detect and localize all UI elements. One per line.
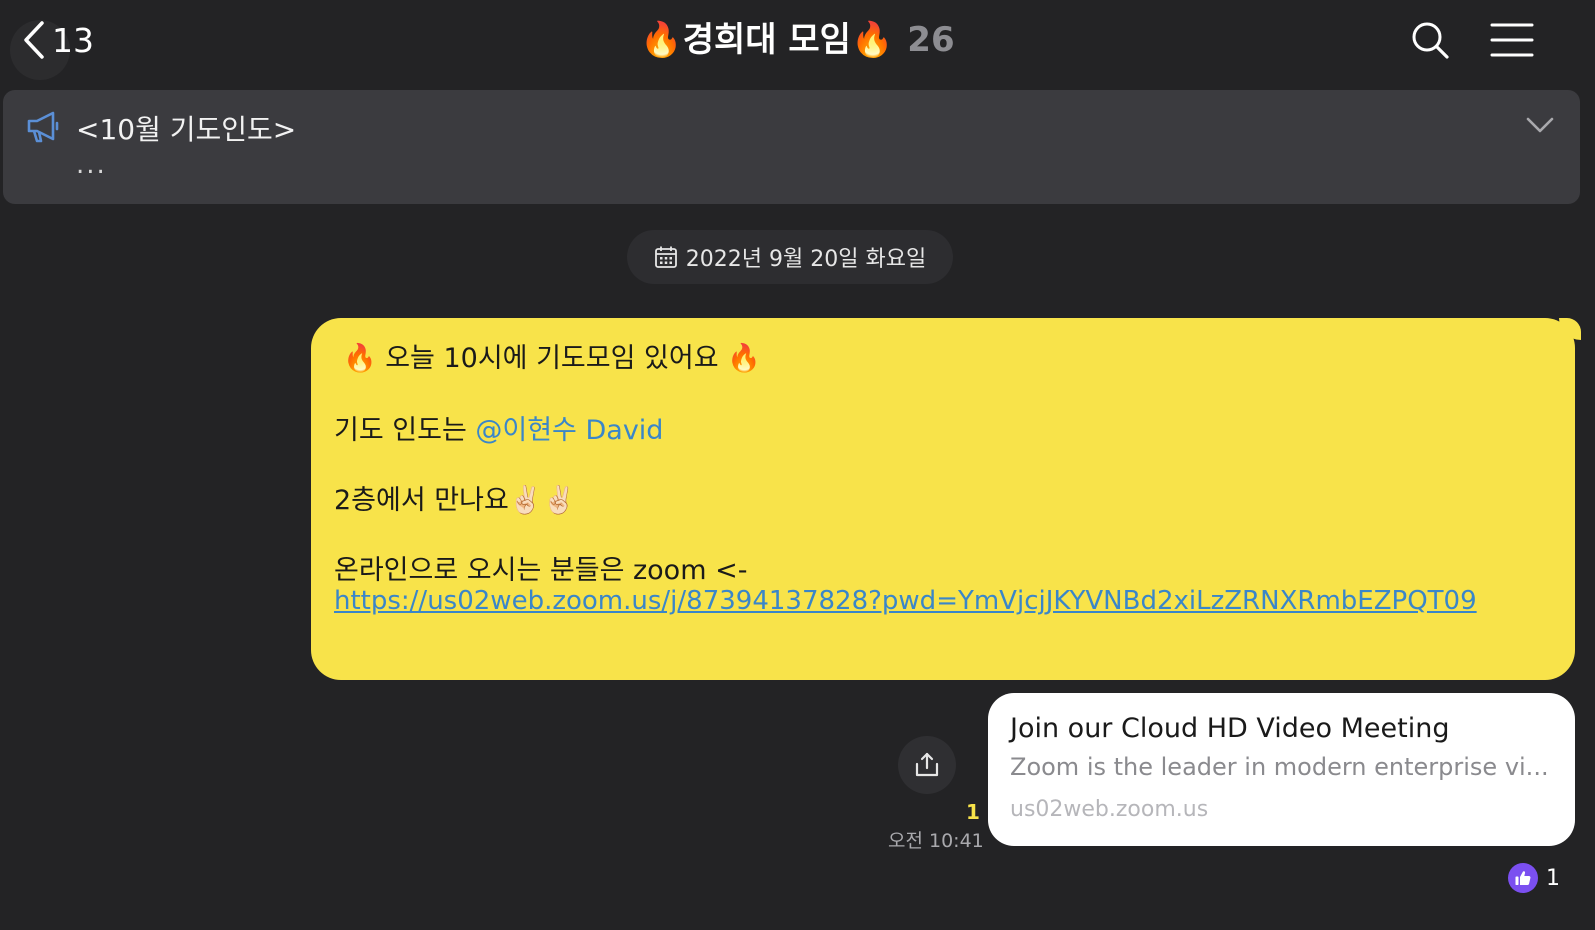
fire-emoji: 🔥 xyxy=(850,20,894,60)
date-text: 2022년 9월 20일 화요일 xyxy=(685,247,927,272)
user-mention[interactable]: @이현수 David xyxy=(475,415,663,446)
chat-room-name: 경희대 모임 xyxy=(682,20,851,60)
share-icon xyxy=(915,752,939,777)
message-line-4: 온라인으로 오시는 분들은 zoom <- xyxy=(334,555,748,586)
zoom-link[interactable]: https://us02web.zoom.us/j/87394137828?pw… xyxy=(334,586,1477,616)
member-count: 26 xyxy=(907,20,955,60)
notice-subtitle: ... xyxy=(76,150,107,180)
menu-button[interactable] xyxy=(1490,22,1534,62)
chat-title: 🔥경희대 모임🔥 26 xyxy=(0,14,1595,66)
thumbs-up-icon xyxy=(1508,863,1538,893)
message-line-1: 🔥 오늘 10시에 기도모임 있어요 🔥 xyxy=(343,343,761,374)
message-line-3: 2층에서 만나요✌🏻✌🏻 xyxy=(334,485,577,516)
megaphone-icon xyxy=(27,111,59,143)
message-time: 오전 10:41 xyxy=(888,830,984,852)
message-bubble[interactable]: 🔥 오늘 10시에 기도모임 있어요 🔥 기도 인도는 @이현수 David 2… xyxy=(311,318,1581,680)
chevron-down-icon[interactable] xyxy=(1526,116,1554,134)
date-divider: 2022년 9월 20일 화요일 xyxy=(627,230,953,284)
share-button[interactable] xyxy=(898,736,956,794)
link-preview-description: Zoom is the leader in modern enterprise … xyxy=(1010,753,1549,781)
message-line-2: 기도 인도는 @이현수 David xyxy=(334,408,663,447)
reaction-count: 1 xyxy=(1546,865,1560,891)
reaction-badge[interactable]: 1 xyxy=(1508,856,1560,900)
search-icon xyxy=(1412,22,1449,59)
link-preview-title: Join our Cloud HD Video Meeting xyxy=(1010,713,1450,744)
chat-header: 13 🔥경희대 모임🔥 26 xyxy=(0,0,1595,84)
hamburger-menu-icon xyxy=(1490,23,1534,57)
message-line-2-text: 기도 인도는 xyxy=(334,415,476,446)
link-preview-card[interactable]: Join our Cloud HD Video Meeting Zoom is … xyxy=(988,693,1575,846)
notice-title: <10월 기도인도> xyxy=(76,113,297,146)
fire-emoji: 🔥 xyxy=(640,20,683,60)
calendar-icon xyxy=(654,246,677,268)
link-preview-domain: us02web.zoom.us xyxy=(1010,797,1209,822)
unread-count: 1 xyxy=(966,800,980,824)
bubble-tail xyxy=(1559,318,1581,340)
search-button[interactable] xyxy=(1410,20,1450,64)
